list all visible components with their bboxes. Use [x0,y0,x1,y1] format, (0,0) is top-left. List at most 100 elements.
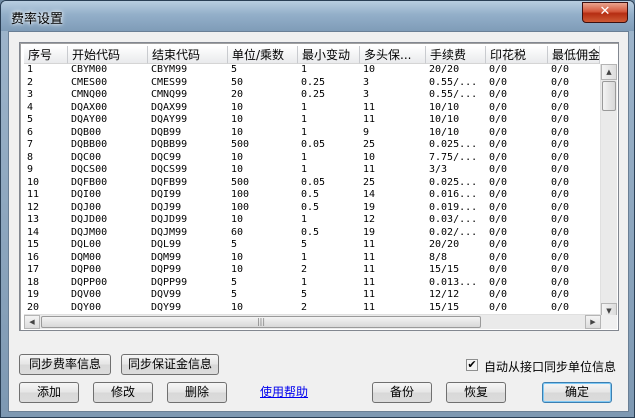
sync-rate-button[interactable]: 同步费率信息 [19,354,111,375]
table-row[interactable]: 17 DQP00 DQP99 10 2 11 15/15 0/0 0/0 [24,264,600,277]
add-button[interactable]: 添加 [19,382,79,403]
table-cell: 13 [27,214,40,225]
table-cell: 0/0 [489,114,508,125]
table-row[interactable]: 20 DQY00 DQY99 10 2 11 15/15 0/0 0/0 [24,302,600,314]
table-cell: 100 [231,201,250,213]
table-cell: 0/0 [489,151,508,163]
table-cell: DQCS00 [71,164,108,175]
auto-sync-checkbox[interactable]: ✔ [466,359,478,371]
table-row[interactable]: 19 DQV00 DQV99 5 5 11 12/12 0/0 0/0 [24,289,600,302]
column-header[interactable]: 结束代码 [148,46,228,64]
table-row[interactable]: 10 DQFB00 DQFB99 500 0.05 25 0.025... 0/0 0/0 [24,177,600,190]
vertical-scrollbar[interactable]: ▲ ▼ [600,64,617,319]
close-button[interactable]: ✕ [582,2,628,23]
column-header[interactable]: 开始代码 [68,46,148,64]
table-cell: 15 [27,239,40,250]
table-cell: 20/20 [429,239,460,250]
table-row[interactable]: 12 DQJ00 DQJ99 100 0.5 19 0.019... 0/0 0/0 [24,202,600,215]
column-header[interactable]: 单位/乘数 [228,46,298,64]
table-row[interactable]: 5 DQAY00 DQAY99 10 1 11 10/10 0/0 0/0 [24,114,600,127]
table-cell: 0/0 [489,176,508,188]
table-cell: 10 [231,301,244,313]
help-link[interactable]: 使用帮助 [260,383,308,400]
table-cell: 0/0 [551,239,570,250]
scroll-left-icon[interactable]: ◀ [24,315,40,329]
table-row[interactable]: 13 DQJD00 DQJD99 10 1 12 0.03/... 0/0 0/0 [24,214,600,227]
rate-table[interactable]: 序号 开始代码 结束代码 单位/乘数 最小变动 多头保... 手续费 印花税 最低佣金 1 CBY… [19,42,619,331]
table-row[interactable]: 7 DQBB00 DQBB99 500 0.05 25 0.025... 0/0 0/0 [24,139,600,152]
table-row[interactable]: 2 CMES00 CMES99 50 0.25 3 0.55/... 0/0 0/0 [24,77,600,90]
column-header[interactable]: 最小变动 [298,46,360,64]
table-cell: DQBB00 [71,139,108,150]
table-row[interactable]: 4 DQAX00 DQAX99 10 1 11 10/10 0/0 0/0 [24,102,600,115]
table-row[interactable]: 11 DQI00 DQI99 100 0.5 14 0.016... 0/0 0/0 [24,189,600,202]
table-cell: 0/0 [551,214,570,225]
column-header[interactable]: 最低佣金 [548,46,600,64]
horizontal-scrollbar[interactable]: ◀ ||| ▶ [24,314,601,329]
table-row[interactable]: 6 DQB00 DQB99 10 1 9 10/10 0/0 0/0 [24,127,600,140]
column-header[interactable]: 序号 [24,46,68,64]
vertical-scroll-thumb[interactable] [602,81,616,111]
table-cell: 20 [27,301,40,313]
delete-button[interactable]: 删除 [167,382,227,403]
table-cell: 0/0 [551,264,570,275]
table-cell: DQJ00 [71,201,102,213]
sync-margin-button[interactable]: 同步保证金信息 [121,354,219,375]
table-cell: DQL99 [151,239,182,250]
table-cell: DQP00 [71,264,102,275]
table-cell: 0/0 [551,226,570,238]
table-cell: 0.05 [301,176,326,188]
ok-button[interactable]: 确定 [542,382,612,403]
table-cell: 500 [231,176,250,188]
table-cell: 0/0 [551,164,570,175]
scroll-up-icon[interactable]: ▲ [601,64,617,80]
column-header[interactable]: 印花税 [486,46,548,64]
backup-button[interactable]: 备份 [372,382,432,403]
table-cell: 11 [363,239,376,250]
table-cell: 10/10 [429,126,460,138]
table-cell: 7 [27,139,34,150]
table-cell: 0/0 [551,89,570,100]
table-row[interactable]: 9 DQCS00 DQCS99 10 1 11 3/3 0/0 0/0 [24,164,600,177]
scroll-right-icon[interactable]: ▶ [585,315,601,329]
table-cell: 0.02/... [429,226,478,238]
table-cell: 8/8 [429,251,448,263]
table-cell: 1 [301,114,308,125]
table-cell: 10 [231,114,244,125]
table-cell: 0/0 [489,276,508,288]
table-row[interactable]: 1 CBYM00 CBYM99 5 1 10 20/20 0/0 0/0 [24,64,600,77]
table-cell: 0.25 [301,89,326,100]
table-cell: 0.025... [429,176,478,188]
table-row[interactable]: 16 DQM00 DQM99 10 1 11 8/8 0/0 0/0 [24,252,600,265]
column-header[interactable]: 多头保... [360,46,426,64]
table-cell: 14 [363,189,376,200]
table-cell: 0/0 [489,239,508,250]
table-cell: 14 [27,226,40,238]
table-cell: 5 [301,239,308,250]
column-header[interactable]: 手续费 [426,46,486,64]
table-cell: DQJM99 [151,226,188,238]
table-cell: 0/0 [489,289,508,300]
table-cell: 0/0 [551,176,570,188]
table-cell: 10 [231,264,244,275]
table-row[interactable]: 8 DQC00 DQC99 10 1 10 7.75/... 0/0 0/0 [24,152,600,165]
table-cell: 0/0 [489,189,508,200]
table-cell: 10 [231,214,244,225]
edit-button[interactable]: 修改 [93,382,153,403]
table-cell: DQAX00 [71,101,108,113]
table-row[interactable]: 15 DQL00 DQL99 5 5 11 20/20 0/0 0/0 [24,239,600,252]
horizontal-scroll-thumb[interactable]: ||| [41,316,481,328]
table-cell: 0/0 [551,126,570,138]
table-row[interactable]: 3 CMNQ00 CMNQ99 20 0.25 3 0.55/... 0/0 0/0 [24,89,600,102]
table-body[interactable]: 1 CBYM00 CBYM99 5 1 10 20/20 0/0 0/0 2 CMES00 CMES9… [24,64,600,313]
dialog-client-area: 序号 开始代码 结束代码 单位/乘数 最小变动 多头保... 手续费 印花税 最低佣金 1 CBY… [8,31,629,412]
restore-button[interactable]: 恢复 [446,382,506,403]
title-bar[interactable]: 费率设置 ✕ [1,1,634,31]
table-cell: DQC00 [71,151,102,163]
table-cell: 18 [27,276,40,288]
table-row[interactable]: 18 DQPP00 DQPP99 5 1 11 0.013... 0/0 0/0 [24,277,600,290]
table-row[interactable]: 14 DQJM00 DQJM99 60 0.5 19 0.02/... 0/0 0/0 [24,227,600,240]
table-cell: 10 [231,151,244,163]
table-cell: 11 [363,276,376,288]
table-cell: 0.019... [429,201,478,213]
